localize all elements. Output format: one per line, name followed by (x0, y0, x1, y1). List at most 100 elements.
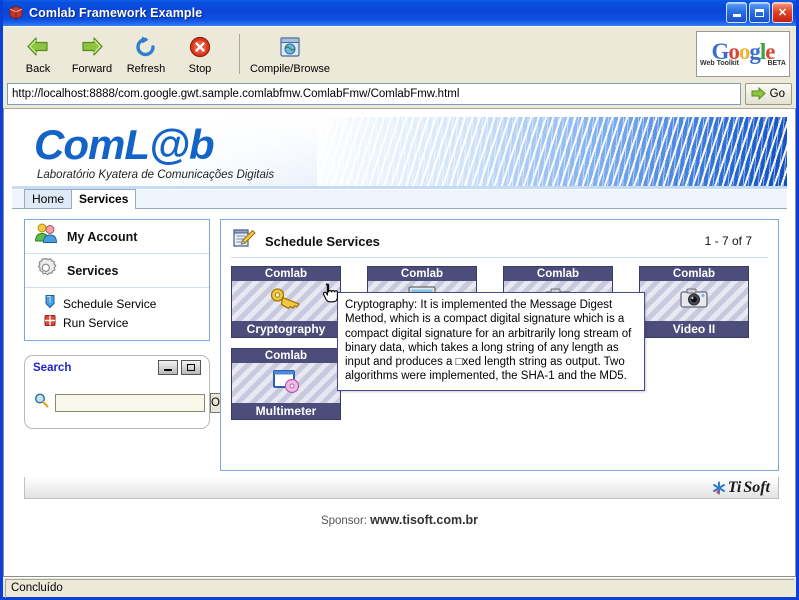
browser-toolbar: Back Forward Refresh Stop Compile/Browse… (3, 26, 796, 81)
service-card-video-ii[interactable]: Comlab Video II (639, 266, 749, 338)
services-count: 1 - 7 of 7 (704, 234, 752, 248)
sponsor-label: Sponsor: (320, 515, 367, 527)
sidebar-label-services: Services (67, 263, 119, 278)
blue-tag-icon (43, 294, 57, 314)
sidebar-item-schedule-service[interactable]: Schedule Service (43, 294, 209, 313)
page-columns: My Account Services Schedule Service Run… (12, 209, 787, 471)
note-pencil-icon (231, 227, 257, 256)
status-text: Concluído (5, 578, 794, 598)
beta-label: BETA (767, 60, 786, 67)
forward-label: Forward (71, 63, 113, 75)
forward-button[interactable]: Forward (67, 33, 117, 75)
web-page: ComL@b Laboratório Kyatera de Comunicaçõ… (4, 109, 795, 576)
go-label: Go (769, 87, 785, 100)
site-banner: ComL@b Laboratório Kyatera de Comunicaçõ… (12, 117, 787, 189)
mouse-cursor-hand-icon (321, 282, 341, 311)
tisoft-suffix: Soft (743, 478, 770, 496)
search-icon (33, 392, 50, 414)
sponsor-line: Sponsor: www.tisoft.com.br (12, 513, 787, 527)
search-panel-controls (158, 360, 201, 375)
gwt-sublabels: Web Toolkit BETA (700, 60, 786, 67)
sidebar-sublabel-schedule-service: Schedule Service (63, 296, 157, 311)
camera-icon (678, 286, 710, 317)
card-body (639, 281, 749, 321)
services-panel: Schedule Services 1 - 7 of 7 Comlab Cryp… (220, 219, 779, 471)
refresh-label: Refresh (126, 63, 166, 75)
tab-home[interactable]: Home (24, 189, 73, 208)
search-minimize-button[interactable] (158, 360, 178, 375)
status-bar: Concluído (3, 577, 796, 598)
nav-tabs: Home Services (12, 189, 787, 209)
search-panel: Search Ok (24, 355, 227, 429)
site-logo-text: ComL@b (34, 121, 215, 168)
service-tooltip: Cryptography: It is implemented the Mess… (337, 292, 645, 391)
services-divider (231, 257, 768, 258)
close-button[interactable]: ✕ (772, 2, 793, 23)
search-row: Ok (33, 392, 227, 414)
compile-browse-icon (278, 33, 302, 61)
url-input[interactable]: http://localhost:8888/com.google.gwt.sam… (7, 82, 741, 105)
nav-panel: My Account Services Schedule Service Run… (24, 219, 210, 341)
stop-icon (188, 33, 212, 61)
sidebar-sublist: Schedule Service Run Service (25, 288, 209, 336)
card-label: Multimeter (231, 403, 341, 420)
card-label: Video II (639, 321, 749, 338)
red-puzzle-icon (43, 313, 57, 333)
forward-arrow-icon (79, 33, 105, 61)
site-tagline: Laboratório Kyatera de Comunicações Digi… (37, 169, 275, 181)
go-button[interactable]: Go (744, 82, 792, 105)
back-arrow-icon (25, 33, 51, 61)
title-bar: Comlab Framework Example ✕ (3, 0, 796, 26)
asterisk-icon (712, 481, 725, 494)
banner-rays-decoration (317, 117, 787, 186)
site-footer-bar: Ti Soft (24, 477, 779, 499)
compile-browse-button[interactable]: Compile/Browse (248, 33, 332, 75)
window-controls: ✕ (726, 2, 793, 23)
disc-window-icon (269, 367, 303, 400)
back-button[interactable]: Back (13, 33, 63, 75)
tisoft-prefix: Ti (727, 478, 742, 496)
maximize-button[interactable] (749, 2, 770, 23)
stop-button[interactable]: Stop (175, 33, 225, 75)
tab-services[interactable]: Services (71, 189, 137, 209)
window-title: Comlab Framework Example (29, 6, 203, 20)
card-head: Comlab (231, 348, 341, 363)
card-label: Cryptography (231, 321, 341, 338)
card-head: Comlab (639, 266, 749, 281)
left-sidebar: My Account Services Schedule Service Run… (24, 219, 227, 471)
web-toolkit-label: Web Toolkit (700, 60, 740, 67)
services-title: Schedule Services (265, 233, 380, 249)
sidebar-item-my-account[interactable]: My Account (25, 220, 209, 254)
go-arrow-icon (751, 86, 766, 101)
compile-browse-label: Compile/Browse (249, 63, 331, 75)
card-head: Comlab (503, 266, 613, 281)
search-restore-button[interactable] (181, 360, 201, 375)
users-icon (33, 222, 59, 251)
gwt-logo: Google Web Toolkit BETA (696, 31, 790, 77)
card-head: Comlab (231, 266, 341, 281)
key-icon (269, 285, 303, 318)
refresh-icon (133, 33, 159, 61)
address-bar: http://localhost:8888/com.google.gwt.sam… (3, 81, 796, 109)
toolbar-separator (239, 34, 240, 74)
sidebar-item-run-service[interactable]: Run Service (43, 313, 209, 332)
gear-icon (33, 256, 59, 285)
sidebar-sublabel-run-service: Run Service (63, 315, 129, 330)
minimize-button[interactable] (726, 2, 747, 23)
sponsor-url[interactable]: www.tisoft.com.br (370, 513, 478, 527)
card-head: Comlab (367, 266, 477, 281)
back-label: Back (25, 63, 51, 75)
site-logo: ComL@b Laboratório Kyatera de Comunicaçõ… (34, 121, 275, 182)
card-body (231, 363, 341, 403)
tisoft-logo: Ti Soft (712, 479, 770, 497)
refresh-button[interactable]: Refresh (121, 33, 171, 75)
sidebar-item-services[interactable]: Services (25, 254, 209, 288)
browser-viewport: ComL@b Laboratório Kyatera de Comunicaçõ… (3, 109, 796, 577)
search-input[interactable] (55, 394, 205, 412)
sidebar-label-my-account: My Account (67, 229, 138, 244)
service-card-multimeter[interactable]: Comlab Multimeter (231, 348, 341, 420)
browser-window: Comlab Framework Example ✕ Back Forward … (0, 0, 799, 600)
stop-label: Stop (188, 63, 212, 75)
services-header: Schedule Services 1 - 7 of 7 (231, 227, 768, 255)
app-icon (7, 4, 25, 22)
